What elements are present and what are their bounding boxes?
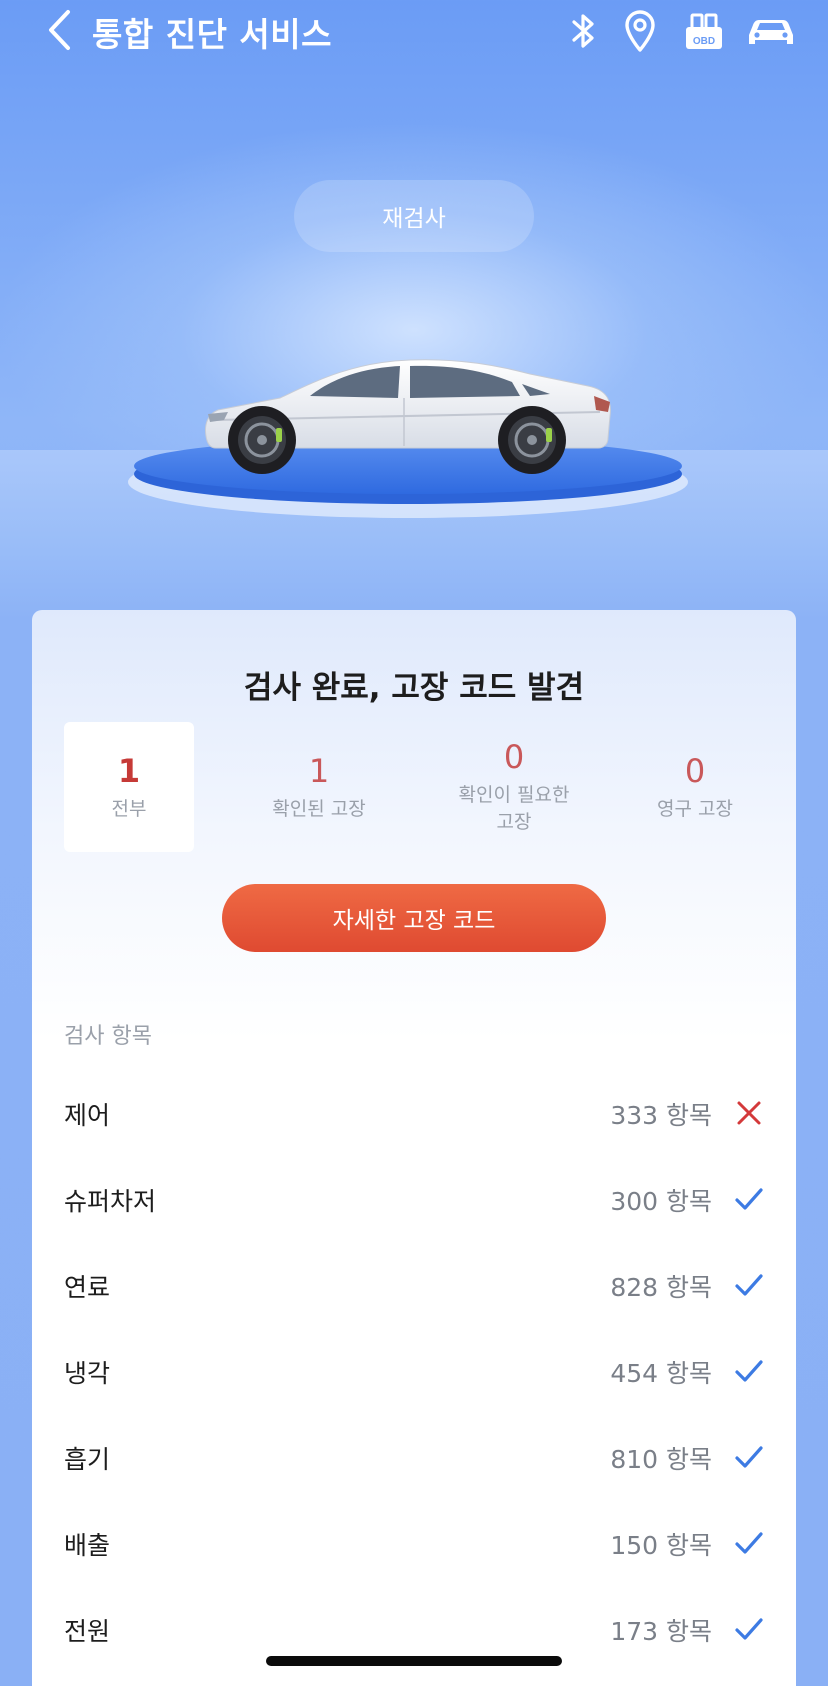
item-count: 810 항목: [610, 1445, 712, 1474]
vehicle-button[interactable]: [744, 8, 798, 54]
check-icon: [735, 1360, 763, 1382]
stat-permanent-tab[interactable]: 0 영구 고장: [630, 722, 760, 852]
list-item[interactable]: 흡기 810 항목: [32, 1416, 796, 1502]
location-button[interactable]: [620, 8, 660, 54]
item-name: 연료: [64, 1273, 111, 1302]
stat-label: 확인된 고장: [272, 798, 366, 820]
stat-label: 영구 고장: [657, 798, 733, 820]
car-icon: [749, 20, 793, 44]
stat-all-tab[interactable]: 1 전부: [64, 722, 194, 852]
check-icon: [735, 1446, 763, 1468]
result-title: 검사 완료, 고장 코드 발견: [243, 670, 585, 706]
item-count: 828 항목: [610, 1273, 712, 1302]
list-item[interactable]: 제어 333 항목: [32, 1072, 796, 1158]
back-button[interactable]: [40, 6, 80, 54]
stat-value: 0: [684, 752, 706, 790]
top-bar: 통합 진단 서비스 OBD: [0, 0, 828, 60]
location-pin-icon: [625, 10, 655, 52]
item-name: 냉각: [64, 1359, 111, 1388]
bluetooth-button[interactable]: [566, 8, 602, 54]
obd-icon: OBD: [686, 13, 722, 49]
stat-value: 1: [117, 752, 141, 790]
check-icon: [735, 1618, 763, 1640]
stat-confirmed-tab[interactable]: 1 확인된 고장: [254, 722, 384, 852]
item-name: 슈퍼차저: [64, 1187, 157, 1216]
item-name: 전원: [64, 1617, 111, 1646]
fail-x-icon: [737, 1101, 761, 1125]
obd-label: OBD: [693, 36, 715, 47]
stat-needs-check-tab[interactable]: 0 확인이 필요한 고장: [444, 722, 584, 852]
item-count: 300 항목: [610, 1187, 712, 1216]
check-icon: [735, 1188, 763, 1210]
stat-label: 확인이 필요한 고장: [458, 784, 570, 833]
car-illustration: [120, 340, 710, 540]
stat-value: 1: [308, 752, 330, 790]
list-item[interactable]: 연료 828 항목: [32, 1244, 796, 1330]
diagnosis-card: 검사 완료, 고장 코드 발견 1 전부 1 확인된 고장 0 확인이 필요한 …: [32, 610, 796, 1686]
bluetooth-icon: [572, 14, 594, 48]
stat-value: 0: [503, 738, 525, 776]
item-count: 333 항목: [610, 1101, 712, 1130]
detailed-fault-code-button[interactable]: 자세한 고장 코드: [222, 884, 606, 952]
home-indicator[interactable]: [266, 1656, 562, 1666]
obd-button[interactable]: OBD: [682, 8, 726, 54]
section-label: 검사 항목: [64, 1024, 152, 1049]
item-name: 제어: [64, 1101, 111, 1130]
item-count: 150 항목: [610, 1531, 712, 1560]
page-title: 통합 진단 서비스: [92, 15, 332, 54]
check-icon: [735, 1532, 763, 1554]
back-chevron-icon: [49, 10, 70, 50]
list-item[interactable]: 슈퍼차저 300 항목: [32, 1158, 796, 1244]
item-name: 배출: [64, 1531, 111, 1560]
inspection-list: 제어 333 항목 슈퍼차저 300 항목 연료 828 항목 냉각 454 항…: [32, 1072, 796, 1674]
list-item[interactable]: 배출 150 항목: [32, 1502, 796, 1588]
item-name: 흡기: [64, 1445, 111, 1474]
recheck-button[interactable]: 재검사: [294, 180, 534, 252]
item-count: 454 항목: [610, 1359, 712, 1388]
item-count: 173 항목: [610, 1617, 712, 1646]
list-item[interactable]: 냉각 454 항목: [32, 1330, 796, 1416]
check-icon: [735, 1274, 763, 1296]
stat-label: 전부: [111, 798, 147, 820]
